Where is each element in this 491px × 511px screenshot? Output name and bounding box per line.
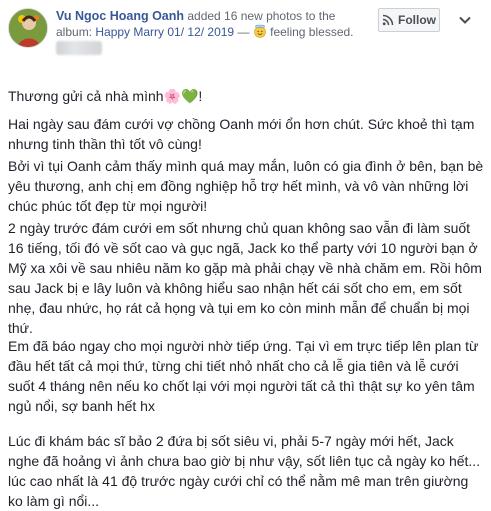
chevron-down-icon <box>459 16 471 24</box>
author-name[interactable]: Vu Ngoc Hoang Oanh <box>56 9 184 23</box>
feeling-text: feeling blessed. <box>266 25 354 39</box>
post-paragraph: Bởi vì tụi Oanh cảm thấy mình quá may mắ… <box>8 158 484 214</box>
dash-separator: — <box>234 25 253 39</box>
facebook-post: Vu Ngoc Hoang Oanh added 16 new photos t… <box>0 0 491 509</box>
blurred-timestamp <box>56 41 102 55</box>
follow-rss-icon <box>382 14 394 26</box>
author-avatar[interactable] <box>8 8 48 48</box>
post-header: Vu Ngoc Hoang Oanh added 16 new photos t… <box>56 8 356 40</box>
post-paragraph: Em đã báo ngay cho mọi người nhờ tiếp ứn… <box>8 338 479 414</box>
follow-label: Follow <box>398 13 436 27</box>
post-paragraph: 2 ngày trước đám cưới em sốt nhưng chủ q… <box>8 220 482 336</box>
post-paragraph: Hai ngày sau đám cưới vợ chồng Oanh mới … <box>8 116 475 152</box>
avatar-photo <box>9 9 47 47</box>
post-paragraph: Lúc đi khám bác sĩ bảo 2 đứa bị sốt siêu… <box>8 433 481 509</box>
blessed-emoji-icon <box>253 24 267 38</box>
album-link[interactable]: Happy Marry 01/ 12/ 2019 <box>95 25 234 39</box>
follow-button[interactable]: Follow <box>378 8 440 32</box>
post-options-button[interactable] <box>448 8 482 32</box>
post-paragraph: Thương gửi cả nhà mình🌸💚! <box>8 88 203 104</box>
post-meta <box>56 41 102 55</box>
